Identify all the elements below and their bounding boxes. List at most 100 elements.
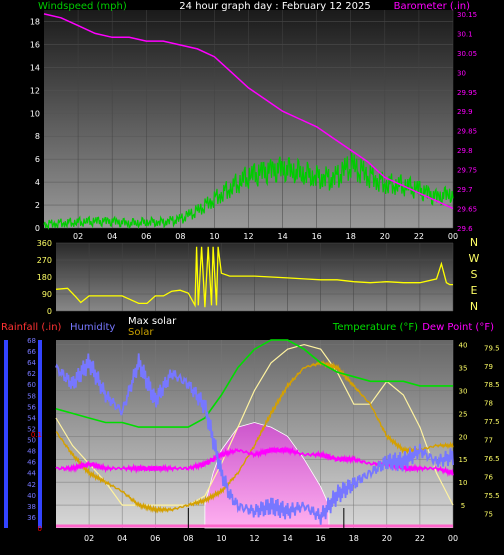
direction-tick: 180 (37, 273, 52, 282)
x-tick-label: 14 (277, 232, 287, 241)
rainfall-axis-bar (4, 340, 8, 528)
humidity-tick: 36 (27, 514, 36, 522)
windspeed-axis-label: Windspeed (mph) (38, 1, 127, 12)
humidity-tick: 48 (27, 448, 36, 456)
solar-tick: 20 (459, 433, 468, 441)
solar-tick: 40 (459, 342, 468, 350)
x-tick-label: 12 (243, 232, 253, 241)
wind-panel-x-ticks: 02 04 06 08 10 12 14 16 18 20 22 00 (73, 232, 458, 241)
x-tick-label: 02 (84, 534, 94, 543)
legend-temperature: Temperature (°F) (332, 322, 418, 333)
humidity-tick: 38 (27, 503, 36, 511)
chart-title: 24 hour graph day : February 12 2025 (179, 1, 370, 12)
compass-labels: NWSEN (469, 236, 480, 313)
x-tick-label: 18 (346, 232, 356, 241)
x-tick-label: 22 (414, 232, 424, 241)
humidity-tick: 44 (27, 470, 36, 478)
legend-solar: Solar (128, 327, 154, 338)
compass-label: N (470, 236, 478, 249)
barometer-tick: 29.75 (457, 167, 477, 175)
windspeed-tick: 0 (35, 224, 40, 233)
compass-label: S (471, 268, 478, 281)
solar-tick: 10 (459, 479, 468, 487)
legend-max-solar: Max solar (128, 316, 177, 327)
temperature-ticks: 75 75.5 76 76.5 77 77.5 78 78.5 79 79.5 (484, 344, 500, 518)
solar-tick: 35 (459, 365, 468, 373)
barometer-tick: 29.85 (457, 128, 477, 136)
humidity-tick: 50 (27, 437, 36, 445)
humidity-tick: 64 (27, 359, 36, 367)
humidity-tick: 56 (27, 403, 36, 411)
legend-dew-point: Dew Point (°F) (422, 322, 494, 333)
direction-tick: 0 (47, 307, 52, 316)
direction-tick: 90 (42, 290, 52, 299)
x-tick-label: 12 (249, 534, 259, 543)
compass-label: N (470, 300, 478, 313)
barometer-tick: 30 (457, 69, 466, 77)
rainfall-tick: 0 (38, 525, 42, 533)
humidity-tick: 62 (27, 370, 36, 378)
solar-tick: 5 (461, 502, 465, 510)
x-tick-label: 06 (150, 534, 160, 543)
x-tick-label: 02 (73, 232, 83, 241)
windspeed-tick: 10 (30, 109, 40, 118)
windspeed-tick: 12 (30, 86, 40, 95)
windspeed-tick: 2 (35, 201, 40, 210)
compass-label: E (471, 284, 478, 297)
barometer-ticks: 29.6 29.65 29.7 29.75 29.8 29.85 29.9 29.95 30 30… (457, 11, 477, 233)
humidity-tick: 52 (27, 425, 36, 433)
temperature-tick: 77 (484, 437, 493, 445)
direction-ticks: 0 90 180 270 360 (37, 239, 52, 316)
barometer-tick: 29.9 (457, 108, 473, 116)
humidity-tick: 46 (27, 459, 36, 467)
x-tick-label: 14 (282, 534, 292, 543)
x-tick-label: 04 (107, 232, 117, 241)
sunset-label: Sun Set (330, 540, 361, 549)
temperature-tick: 76.5 (484, 455, 500, 463)
barometer-tick: 29.6 (457, 225, 473, 233)
solar-tick: 30 (459, 387, 468, 395)
humidity-tick: 68 (27, 337, 36, 345)
x-tick-label: 20 (380, 232, 390, 241)
windspeed-ticks: 0 2 4 6 8 10 12 14 16 18 (30, 17, 40, 233)
x-tick-label: 00 (448, 232, 458, 241)
x-tick-label: 16 (316, 534, 326, 543)
barometer-tick: 30.05 (457, 50, 477, 58)
direction-tick: 360 (37, 239, 52, 248)
temperature-tick: 78 (484, 400, 493, 408)
solar-tick: 25 (459, 410, 468, 418)
direction-tick: 270 (37, 256, 52, 265)
temperature-tick: 79 (484, 363, 493, 371)
humidity-tick: 60 (27, 381, 36, 389)
windspeed-tick: 14 (30, 63, 40, 72)
humidity-ticks: 36 38 40 42 44 46 48 50 52 54 56 58 60 62 64 66 68 (27, 337, 36, 522)
temperature-tick: 79.5 (484, 344, 500, 352)
legend-rainfall: Rainfall (.in) (1, 322, 62, 333)
legend-humidity: Humidity (70, 322, 115, 333)
barometer-tick: 29.8 (457, 147, 473, 155)
x-tick-label: 16 (312, 232, 322, 241)
x-tick-label: 04 (117, 534, 127, 543)
windspeed-tick: 16 (30, 40, 40, 49)
temperature-tick: 78.5 (484, 381, 500, 389)
humidity-tick: 54 (27, 414, 36, 422)
barometer-tick: 29.7 (457, 186, 473, 194)
humidity-tick: 42 (27, 481, 36, 489)
windspeed-tick: 8 (35, 132, 40, 141)
humidity-tick: 66 (27, 348, 36, 356)
barometer-tick: 30.1 (457, 30, 473, 38)
temperature-tick: 75 (484, 510, 493, 518)
barometer-tick: 29.95 (457, 89, 477, 97)
windspeed-tick: 6 (35, 155, 40, 164)
humidity-tick: 58 (27, 392, 36, 400)
x-tick-label: 10 (209, 232, 219, 241)
humidity-tick: 40 (27, 492, 36, 500)
moonset-label: MoonSet (168, 540, 203, 549)
temperature-tick: 75.5 (484, 492, 500, 500)
x-tick-label: 08 (175, 232, 185, 241)
weather-chart: Windspeed (mph) 24 hour graph day : Febr… (1, 1, 500, 549)
barometer-tick: 29.65 (457, 206, 477, 214)
x-tick-label: 00 (448, 534, 458, 543)
windspeed-tick: 18 (30, 17, 40, 26)
temperature-tick: 76 (484, 473, 493, 481)
